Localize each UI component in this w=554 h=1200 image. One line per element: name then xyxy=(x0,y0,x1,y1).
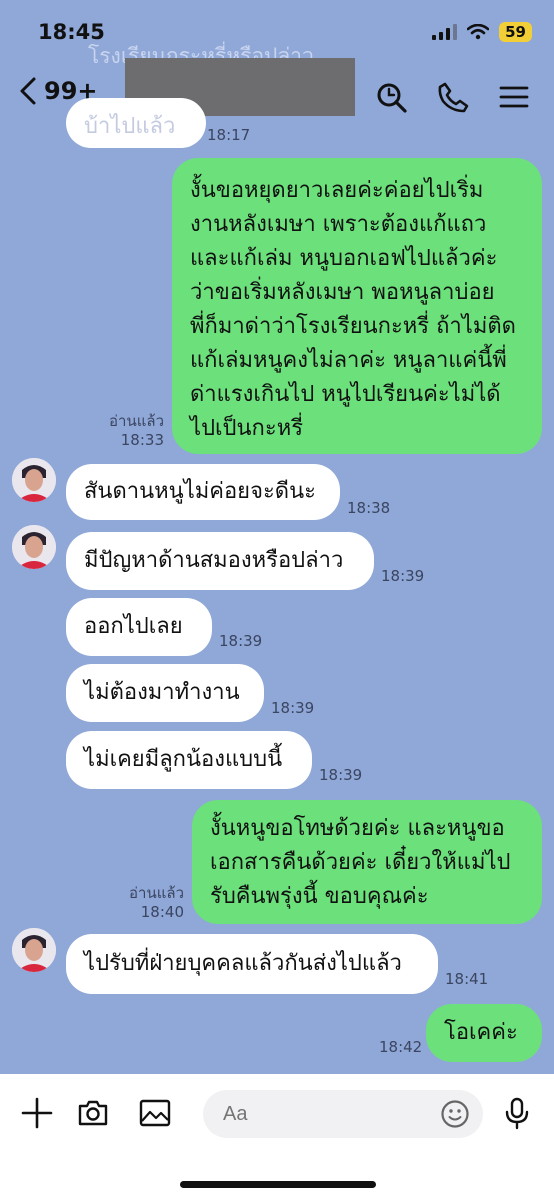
message-text: มีปัญหาด้านสมองหรือปล่าว xyxy=(84,548,344,573)
battery-badge: 59 xyxy=(499,22,532,42)
outgoing-message: งั้นหนูขอโทษด้วยค่ะ และหนูขอ เอกสารคืนด้… xyxy=(192,800,542,924)
message-time: 18:40 xyxy=(140,903,184,921)
message-time: 18:38 xyxy=(347,499,391,517)
outgoing-message: โอเคค่ะ xyxy=(426,1004,542,1062)
avatar[interactable] xyxy=(12,928,56,972)
avatar[interactable] xyxy=(12,458,56,502)
status-icons: 59 xyxy=(432,22,532,42)
microphone-icon[interactable] xyxy=(500,1096,534,1130)
plus-icon[interactable] xyxy=(20,1096,54,1130)
message-time: 18:39 xyxy=(271,699,315,717)
message-bubble-partial: บ้าไปแล้ว xyxy=(66,98,206,148)
message-time: 18:33 xyxy=(120,431,164,449)
message-time: 18:39 xyxy=(219,632,263,650)
message-line: ด่าแรงเกินไป หนูไปเรียนค่ะไม่ได้ xyxy=(190,382,501,407)
home-indicator xyxy=(180,1181,376,1188)
message-text: ไปรับที่ฝ่ายบุคคลแล้วกันส่งไปแล้ว xyxy=(84,951,402,976)
chevron-left-icon xyxy=(20,77,36,105)
message-line: แก้เล่มหนูคงไม่ลาค่ะ หนูลาแค่นี้พี่ xyxy=(190,348,507,373)
message-time: 18:17 xyxy=(207,126,251,144)
avatar-image xyxy=(12,928,56,972)
avatar-image xyxy=(12,525,56,569)
avatar[interactable] xyxy=(12,525,56,569)
phone-icon[interactable] xyxy=(436,80,470,114)
read-receipt: อ่านแล้ว 18:33 xyxy=(104,412,164,450)
cellular-signal-icon xyxy=(432,24,458,40)
incoming-message: ไปรับที่ฝ่ายบุคคลแล้วกันส่งไปแล้ว xyxy=(66,934,438,994)
read-receipt: อ่านแล้ว 18:40 xyxy=(124,884,184,922)
message-line: พี่ก็มาด่าว่าโรงเรียนกะหรี่ ถ้าไม่ติด xyxy=(190,314,516,339)
message-line: ว่าขอเริ่มหลังเมษา พอหนูลาบ่อย xyxy=(190,280,495,305)
message-text: ไม่เคยมีลูกน้องแบบนี้ xyxy=(84,747,283,772)
outgoing-message: งั้นขอหยุดยาวเลยค่ะค่อยไปเริ่ม งานหลังเม… xyxy=(172,158,542,454)
message-text: ไม่ต้องมาทำงาน xyxy=(84,680,240,705)
message-line: งั้นขอหยุดยาวเลยค่ะค่อยไปเริ่ม xyxy=(190,178,484,203)
read-label: อ่านแล้ว xyxy=(129,884,184,902)
message-time: 18:39 xyxy=(381,567,425,585)
menu-icon[interactable] xyxy=(497,80,531,114)
message-time: 18:42 xyxy=(379,1038,423,1056)
message-line: ไปเป็นกะหรี่ xyxy=(190,416,304,441)
message-line: เอกสารคืนด้วยค่ะ เดี๋ยวให้แม่ไป xyxy=(210,850,511,875)
incoming-message: ออกไปเลย xyxy=(66,598,212,656)
message-line: และแก้เล่ม หนูบอกเอฟไปแล้วค่ะ xyxy=(190,246,498,271)
message-text: ออกไปเลย xyxy=(84,614,183,639)
avatar-image xyxy=(12,458,56,502)
read-label: อ่านแล้ว xyxy=(109,412,164,430)
smiley-icon[interactable] xyxy=(440,1099,470,1129)
message-time: 18:41 xyxy=(445,970,489,988)
message-input-bar xyxy=(0,1074,554,1200)
message-text: โอเคค่ะ xyxy=(444,1020,518,1045)
incoming-message: ไม่ต้องมาทำงาน xyxy=(66,664,264,722)
message-line: งั้นหนูขอโทษด้วยค่ะ และหนูขอ xyxy=(210,816,505,841)
message-time: 18:39 xyxy=(319,766,363,784)
message-line: งานหลังเมษา เพราะต้องแก้แถว xyxy=(190,212,487,237)
search-icon[interactable] xyxy=(374,80,408,114)
message-text: บ้าไปแล้ว xyxy=(84,114,176,139)
wifi-icon xyxy=(467,24,490,40)
incoming-message: สันดานหนูไม่ค่อยจะดีนะ xyxy=(66,464,340,520)
incoming-message: มีปัญหาด้านสมองหรือปล่าว xyxy=(66,532,374,590)
incoming-message: ไม่เคยมีลูกน้องแบบนี้ xyxy=(66,731,312,789)
camera-icon[interactable] xyxy=(76,1096,110,1130)
message-line: รับคืนพรุ่งนี้ ขอบคุณค่ะ xyxy=(210,884,429,909)
image-icon[interactable] xyxy=(138,1096,172,1130)
message-text: สันดานหนูไม่ค่อยจะดีนะ xyxy=(84,479,316,504)
